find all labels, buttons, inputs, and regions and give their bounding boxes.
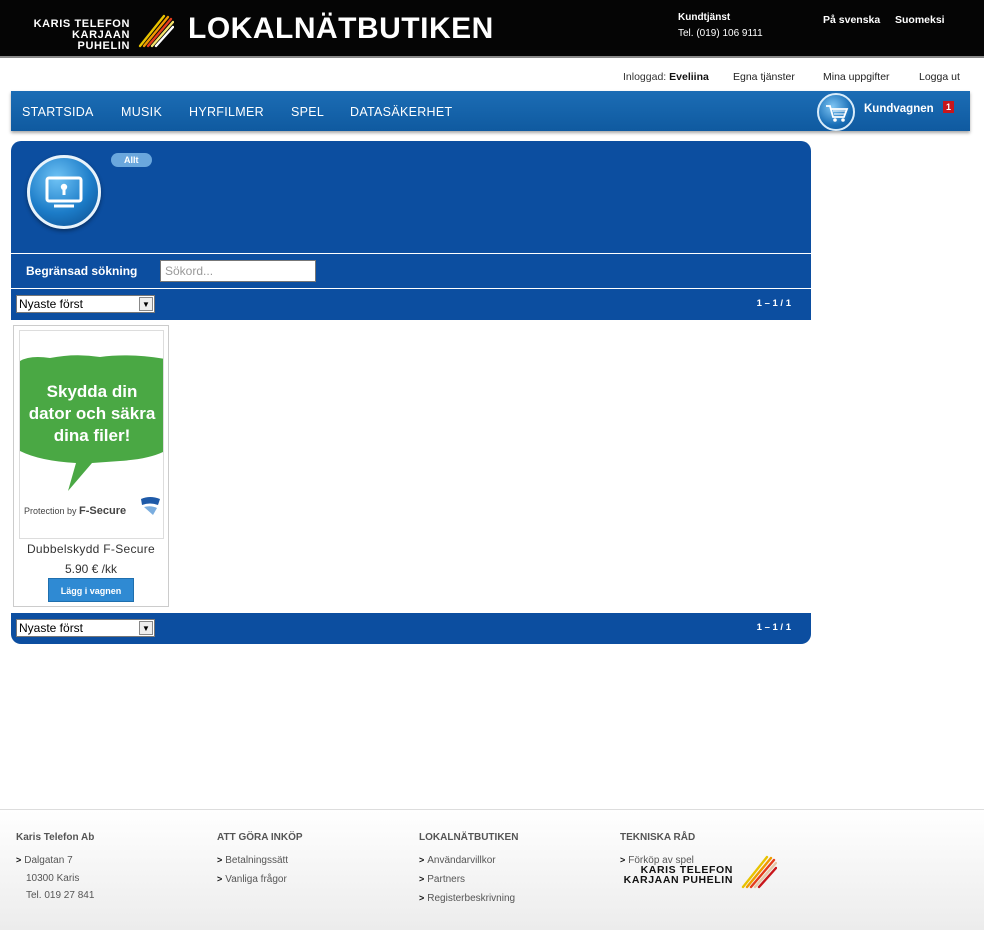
nav-item-startsida[interactable]: STARTSIDA xyxy=(22,105,94,119)
footer-brand-logo[interactable]: KARIS TELEFON KARJAAN PUHELIN xyxy=(621,855,777,889)
brand-line-2: KARJAAN PUHELIN xyxy=(72,29,130,52)
add-to-cart-button[interactable]: Lägg i vagnen xyxy=(48,578,134,602)
fsecure-promo-image: Skydda din dator och säkra dina filer! P… xyxy=(20,355,163,517)
cart-glyph-icon xyxy=(826,105,849,122)
sort-bar-bottom: Nyaste först ▼ 1 – 1 / 1 xyxy=(11,613,811,644)
svg-text:dator och säkra: dator och säkra xyxy=(29,404,156,423)
footer-shop: LOKALNÄTBUTIKEN > Användarvillkor > Partne… xyxy=(419,832,518,908)
product-card[interactable]: Skydda din dator och säkra dina filer! P… xyxy=(13,325,169,607)
customer-service: Kundtjänst Tel. (019) 106 9111 xyxy=(678,10,763,42)
chevron-right-icon: > xyxy=(419,893,425,903)
footer-company: Karis Telefon Ab > Dalgatan 7 10300 Karis… xyxy=(16,832,94,904)
top-header: KARIS TELEFON KARJAAN PUHELIN LOKALNÄTBU… xyxy=(0,0,984,58)
nav-item-datasakerhet[interactable]: DATASÄKERHET xyxy=(350,105,452,119)
limited-search-bar: Begränsad sökning xyxy=(11,254,811,288)
user-name: Eveliina xyxy=(669,71,709,83)
footer-address-line1: > Dalgatan 7 xyxy=(16,855,73,866)
search-input[interactable] xyxy=(160,260,316,282)
chevron-right-icon: > xyxy=(419,855,425,865)
nav-item-spel[interactable]: SPEL xyxy=(291,105,324,119)
product-image[interactable]: Skydda din dator och säkra dina filer! P… xyxy=(19,330,164,539)
footer-shop-title: LOKALNÄTBUTIKEN xyxy=(419,832,519,843)
dropdown-arrow-icon[interactable]: ▼ xyxy=(139,621,153,635)
chevron-right-icon: > xyxy=(620,855,626,865)
footer-purchasing-title: ATT GÖRA INKÖP xyxy=(217,832,303,843)
footer-phone: Tel. 019 27 841 xyxy=(26,890,95,901)
main-nav: STARTSIDA MUSIK HYRFILMER SPEL DATASÄKER… xyxy=(11,91,970,131)
pager-info-bottom: 1 – 1 / 1 xyxy=(756,622,791,633)
footer-company-title: Karis Telefon Ab xyxy=(16,832,95,843)
chevron-right-icon: > xyxy=(217,855,223,865)
logout-link[interactable]: Logga ut xyxy=(919,71,960,83)
brand-stripes-icon xyxy=(138,14,174,48)
support-phone: Tel. (019) 106 9111 xyxy=(678,28,763,39)
category-header: Allt xyxy=(11,141,811,253)
lang-finnish-link[interactable]: Suomeksi xyxy=(895,14,945,26)
footer-link-faq[interactable]: > Vanliga frågor xyxy=(217,870,303,889)
chevron-right-icon: > xyxy=(419,874,425,884)
sort-selected-value: Nyaste först xyxy=(19,621,84,635)
search-label: Begränsad sökning xyxy=(26,264,138,278)
sort-selected-value: Nyaste först xyxy=(19,297,84,311)
shopping-cart-icon[interactable] xyxy=(817,93,855,131)
logged-in-status: Inloggad: Eveliina xyxy=(623,71,709,83)
pager-info-top: 1 – 1 / 1 xyxy=(756,298,791,309)
footer-link-terms[interactable]: > Användarvillkor xyxy=(419,851,518,870)
nav-item-hyrfilmer[interactable]: HYRFILMER xyxy=(189,105,264,119)
monitor-lock-icon xyxy=(27,155,101,229)
logged-in-label: Inloggad: xyxy=(623,71,667,83)
cart-link[interactable]: Kundvagnen xyxy=(864,103,934,115)
sort-select-bottom[interactable]: Nyaste först ▼ xyxy=(16,619,155,637)
svg-text:Skydda din: Skydda din xyxy=(47,382,138,401)
sort-select-top[interactable]: Nyaste först ▼ xyxy=(16,295,155,313)
sort-bar-top: Nyaste först ▼ 1 – 1 / 1 xyxy=(11,289,811,320)
footer-brand-text: KARIS TELEFON KARJAAN PUHELIN xyxy=(623,864,733,886)
my-info-link[interactable]: Mina uppgifter xyxy=(823,71,890,83)
brand-logo-text[interactable]: KARIS TELEFON KARJAAN PUHELIN xyxy=(18,19,130,52)
monitor-glyph-icon xyxy=(45,176,83,208)
product-price: 5.90 € /kk xyxy=(64,562,118,576)
product-name[interactable]: Dubbelskydd F-Secure xyxy=(14,542,168,556)
my-services-link[interactable]: Egna tjänster xyxy=(733,71,795,83)
footer-purchasing: ATT GÖRA INKÖP > Betalningssätt > Vanliga … xyxy=(217,832,303,889)
chevron-right-icon: > xyxy=(16,855,22,865)
footer-link-partners[interactable]: > Partners xyxy=(419,870,518,889)
chevron-right-icon: > xyxy=(217,874,223,884)
footer-link-payment[interactable]: > Betalningssätt xyxy=(217,851,303,870)
brand-stripes-icon xyxy=(741,855,777,889)
site-title[interactable]: LOKALNÄTBUTIKEN xyxy=(188,12,494,46)
cart-count-badge: 1 xyxy=(943,101,955,113)
lang-swedish-link[interactable]: På svenska xyxy=(823,14,880,26)
dropdown-arrow-icon[interactable]: ▼ xyxy=(139,297,153,311)
footer: Karis Telefon Ab > Dalgatan 7 10300 Karis… xyxy=(0,809,984,930)
support-label: Kundtjänst xyxy=(678,12,731,23)
nav-item-musik[interactable]: MUSIK xyxy=(121,105,162,119)
svg-text:Protection by F-Secure: Protection by F-Secure xyxy=(24,505,126,517)
svg-text:dina filer!: dina filer! xyxy=(54,426,131,445)
footer-tech-title: TEKNISKA RÅD xyxy=(620,832,696,843)
footer-link-register[interactable]: > Registerbeskrivning xyxy=(419,889,518,908)
footer-address-line2: 10300 Karis xyxy=(26,873,80,884)
filter-all-button[interactable]: Allt xyxy=(111,153,152,167)
